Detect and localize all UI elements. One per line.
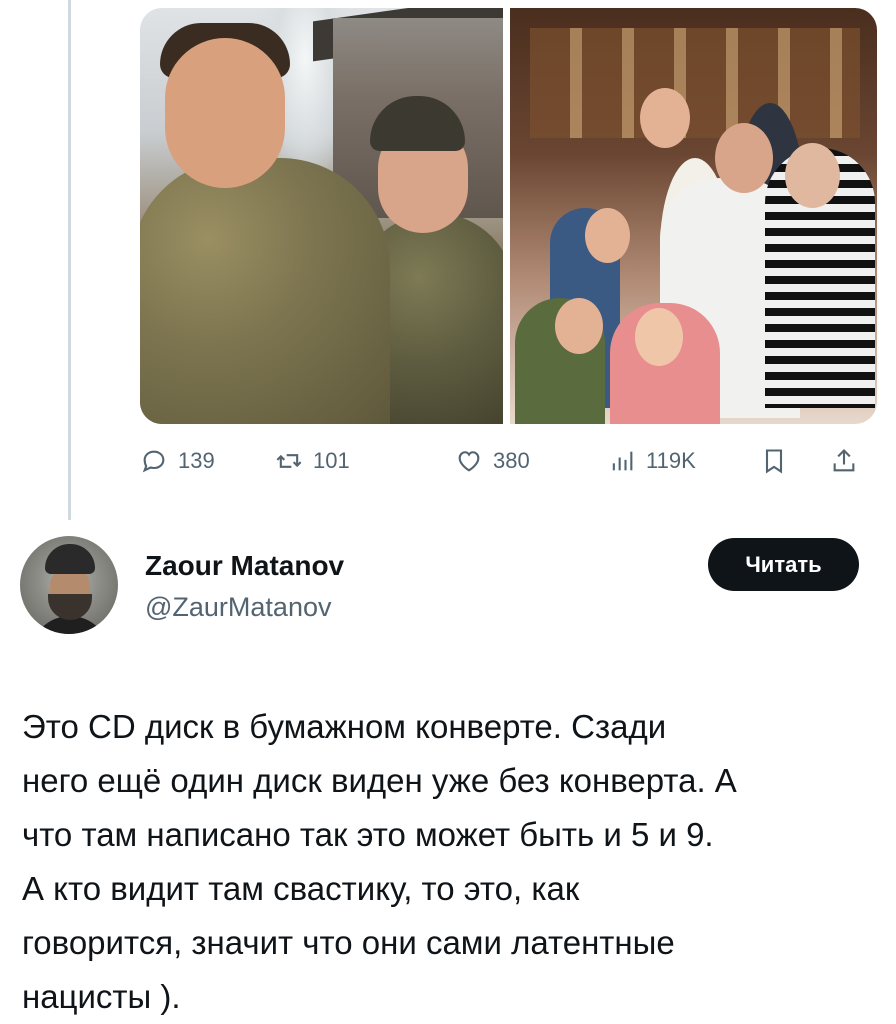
- family-member-face: [640, 88, 690, 148]
- tweet-text: Это CD диск в бумажном конверте. Сзади н…: [22, 708, 737, 1015]
- media-photo-soldiers[interactable]: [140, 8, 503, 424]
- like-button[interactable]: 380: [455, 444, 530, 478]
- icon-shelf: [530, 28, 860, 138]
- retweet-button[interactable]: 101: [275, 444, 350, 478]
- soldier-left-body: [140, 158, 390, 424]
- share-icon: [833, 449, 855, 472]
- family-member-face: [785, 143, 840, 208]
- avatar-cap: [45, 544, 95, 574]
- media-photo-family[interactable]: [510, 8, 877, 424]
- views-button[interactable]: 119K: [608, 444, 696, 478]
- follow-button[interactable]: Читать: [708, 538, 859, 591]
- views-count: 119K: [646, 448, 696, 473]
- bookmark-icon: [765, 449, 783, 474]
- bookmark-button[interactable]: [760, 444, 788, 478]
- share-button[interactable]: [830, 444, 858, 478]
- reply-icon: [142, 450, 165, 473]
- reply-count: 139: [178, 448, 215, 473]
- family-member-face: [715, 123, 773, 193]
- soldier-left-face: [165, 38, 285, 188]
- avatar[interactable]: [20, 536, 118, 634]
- tweet-media-grid[interactable]: [140, 8, 877, 424]
- avatar-beard: [48, 594, 92, 620]
- like-count: 380: [493, 448, 530, 473]
- retweet-icon: [276, 454, 302, 468]
- reply-button[interactable]: 139: [140, 444, 215, 478]
- thread-connector-line: [68, 0, 71, 520]
- retweet-count: 101: [313, 448, 350, 473]
- family-member-face: [635, 308, 683, 366]
- analytics-icon: [612, 451, 633, 471]
- heart-icon: [458, 451, 480, 472]
- author-name[interactable]: Zaour Matanov: [145, 550, 344, 582]
- tweet-action-bar: 139 101 380 119K: [140, 444, 877, 478]
- family-member-face: [555, 298, 603, 354]
- author-handle[interactable]: @ZaurMatanov: [145, 592, 331, 623]
- family-member-face: [585, 208, 630, 263]
